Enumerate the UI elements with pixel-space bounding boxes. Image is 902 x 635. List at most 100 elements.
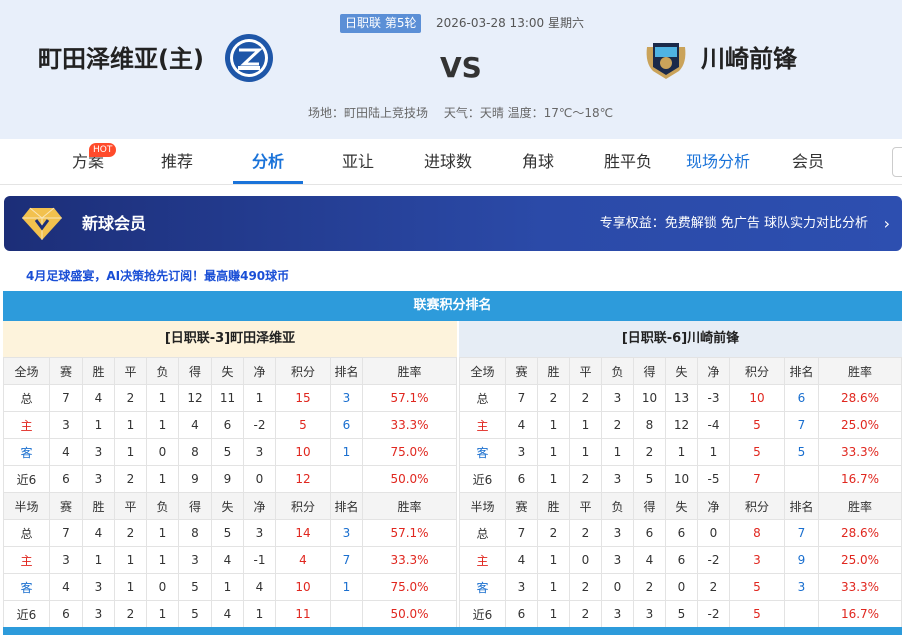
table-cell: 2 <box>601 411 634 439</box>
table-cell: 57.1% <box>362 519 457 547</box>
header-cell: 排名 <box>784 492 819 520</box>
table-cell: 0 <box>146 438 179 466</box>
table-cell: 1 <box>114 438 147 466</box>
table-cell: 近6 <box>3 465 50 493</box>
table-cell: 4 <box>211 546 244 574</box>
table-cell: 3 <box>330 519 363 547</box>
table-cell: 7 <box>49 384 83 412</box>
table-cell: 1 <box>146 519 179 547</box>
table-cell: 1 <box>146 465 179 493</box>
tab-handicap[interactable]: 亚让 <box>326 139 390 185</box>
table-row: 总 7 2 2 3 6 6 0 8 7 28.6% <box>459 519 902 547</box>
table-cell: 6 <box>665 546 698 574</box>
table-cell: 8 <box>729 519 785 547</box>
table-cell: 10 <box>275 438 331 466</box>
table-cell: 5 <box>729 411 785 439</box>
header-cell: 得 <box>178 492 212 520</box>
tab-membership[interactable]: 会员 <box>776 139 840 185</box>
nav-search-box[interactable] <box>892 147 902 177</box>
table-cell: 近6 <box>459 600 506 628</box>
table-cell: 客 <box>459 438 506 466</box>
table-cell: 0 <box>569 546 602 574</box>
tab-corners[interactable]: 角球 <box>506 139 570 185</box>
table-cell: 14 <box>275 519 331 547</box>
header-cell: 失 <box>211 492 244 520</box>
table-cell: 客 <box>3 438 50 466</box>
table-cell: 25.0% <box>818 546 902 574</box>
table-cell: 33.3% <box>362 546 457 574</box>
tab-analysis[interactable]: 分析 <box>236 139 300 185</box>
table-cell: 33.3% <box>818 573 902 601</box>
table-cell: 1 <box>537 546 570 574</box>
table-cell: -5 <box>697 465 730 493</box>
table-cell: 33.3% <box>818 438 902 466</box>
header-cell: 赛 <box>505 357 538 385</box>
tab-goals[interactable]: 进球数 <box>412 139 484 185</box>
table-cell: 1 <box>330 438 363 466</box>
header-cell: 半场 <box>3 492 50 520</box>
table-cell: 50.0% <box>362 600 457 628</box>
promo-link[interactable]: 4月足球盛宴，AI决策抢先订阅！最高赚490球币 <box>26 267 289 285</box>
header-cell: 胜 <box>537 492 570 520</box>
table-row: 客 3 1 1 1 2 1 1 5 5 33.3% <box>459 438 902 466</box>
table-cell: 3 <box>243 438 276 466</box>
table-cell: 6 <box>633 519 666 547</box>
table-cell: 75.0% <box>362 573 457 601</box>
table-cell: 1 <box>146 600 179 628</box>
table-cell: 2 <box>569 600 602 628</box>
table-row: 总 7 4 2 1 8 5 3 14 3 57.1% <box>3 519 457 547</box>
table-cell: 3 <box>82 600 115 628</box>
table-cell: 7 <box>729 465 785 493</box>
table-row: 近6 6 3 2 1 5 4 1 11 50.0% <box>3 600 457 628</box>
header-cell: 净 <box>243 492 276 520</box>
header-cell: 积分 <box>729 357 785 385</box>
table-cell: -2 <box>697 600 730 628</box>
table-header-row: 半场赛胜平负得失净积分 排名 胜率 <box>3 492 457 520</box>
header-cell: 失 <box>211 357 244 385</box>
table-cell: 9 <box>178 465 212 493</box>
away-ranking-panel: [日职联-6]川崎前锋 全场赛胜平负得失净积分 排名 胜率总 7 2 2 3 10 13 -3 10… <box>459 321 902 628</box>
table-cell: 7 <box>784 519 819 547</box>
table-cell: 7 <box>505 519 538 547</box>
table-header-row: 半场赛胜平负得失净积分 排名 胜率 <box>459 492 902 520</box>
table-cell: 28.6% <box>818 384 902 412</box>
table-cell: 1 <box>537 573 570 601</box>
table-cell: 3 <box>601 600 634 628</box>
table-cell: 6 <box>330 411 363 439</box>
table-cell: 3 <box>243 519 276 547</box>
table-cell: 主 <box>3 546 50 574</box>
table-cell <box>330 600 363 628</box>
table-cell: 75.0% <box>362 438 457 466</box>
table-cell: 10 <box>729 384 785 412</box>
table-cell: 3 <box>82 465 115 493</box>
table-cell: 0 <box>601 573 634 601</box>
header-cell: 积分 <box>729 492 785 520</box>
header-cell: 胜率 <box>818 357 902 385</box>
table-cell: 近6 <box>3 600 50 628</box>
table-cell: 1 <box>114 546 147 574</box>
vip-banner[interactable]: 新球会员 专享权益：免费解锁 免广告 球队实力对比分析 › <box>4 196 902 251</box>
away-team-name[interactable]: 川崎前锋 <box>701 42 797 76</box>
tab-1x2[interactable]: 胜平负 <box>592 139 664 185</box>
tab-live-analysis[interactable]: 现场分析 <box>680 139 756 185</box>
table-cell: 1 <box>537 600 570 628</box>
table-cell: 9 <box>211 465 244 493</box>
table-cell: 1 <box>697 438 730 466</box>
table-cell: 12 <box>178 384 212 412</box>
table-cell: 6 <box>49 600 83 628</box>
league-round-badge[interactable]: 日职联 第5轮 <box>340 14 422 33</box>
tab-recommend[interactable]: 推荐 <box>145 139 209 185</box>
table-cell <box>330 465 363 493</box>
vip-benefit: 专享权益：免费解锁 免广告 球队实力对比分析 <box>599 216 868 231</box>
header-cell: 负 <box>146 357 179 385</box>
header-cell: 胜 <box>537 357 570 385</box>
table-cell: 2 <box>697 573 730 601</box>
home-team-name[interactable]: 町田泽维亚(主) <box>38 42 204 76</box>
header-cell: 得 <box>633 357 666 385</box>
table-cell: 12 <box>665 411 698 439</box>
header-cell: 得 <box>178 357 212 385</box>
table-cell: 总 <box>3 384 50 412</box>
table-cell: 1 <box>537 465 570 493</box>
table-cell: 2 <box>569 573 602 601</box>
table-cell: 4 <box>633 546 666 574</box>
